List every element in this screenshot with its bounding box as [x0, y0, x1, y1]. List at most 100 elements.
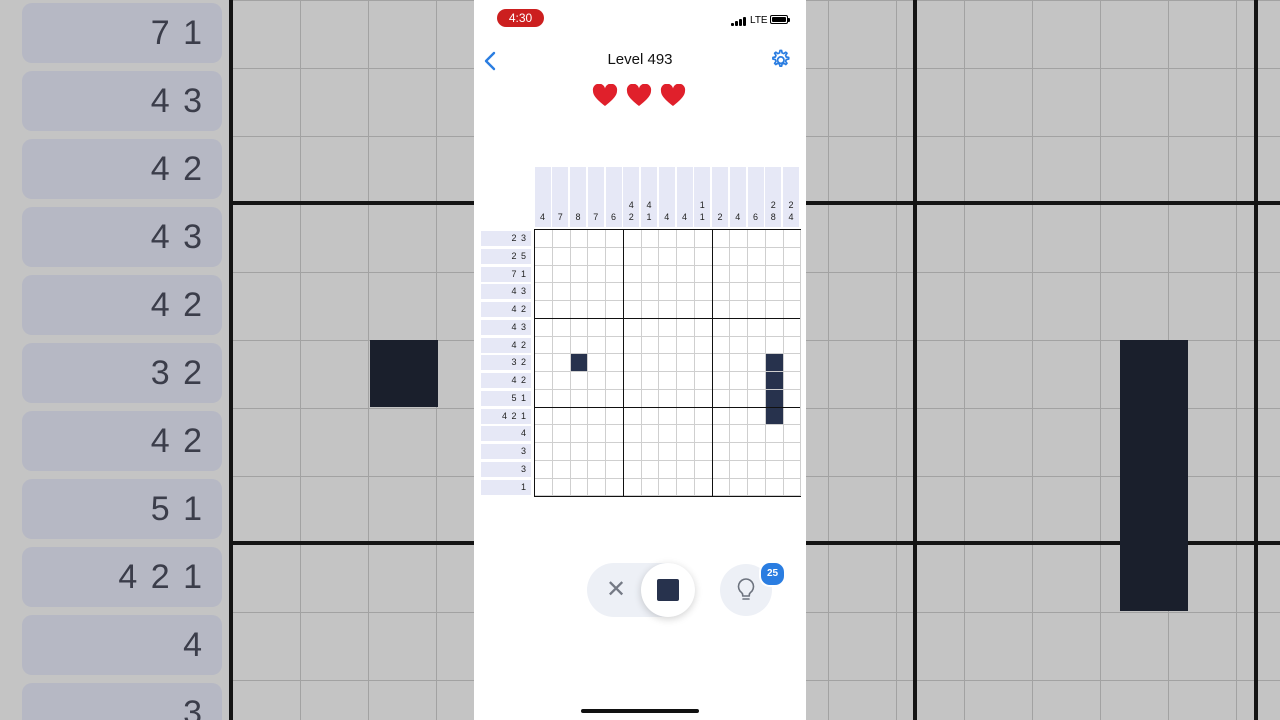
grid-cell[interactable]: [659, 318, 677, 337]
grid-cell[interactable]: [765, 460, 784, 479]
grid-cell[interactable]: [748, 230, 766, 248]
grid-cell[interactable]: [535, 443, 553, 461]
grid-cell[interactable]: [677, 425, 695, 443]
grid-cell[interactable]: [677, 460, 695, 479]
grid-cell[interactable]: [641, 318, 660, 337]
grid-cell[interactable]: [606, 318, 624, 337]
grid-cell[interactable]: [783, 425, 802, 443]
settings-button[interactable]: [768, 48, 792, 72]
grid-cell[interactable]: [748, 425, 766, 443]
grid-cell[interactable]: [641, 407, 660, 426]
grid-cell[interactable]: [730, 318, 748, 337]
grid-cell[interactable]: [712, 389, 731, 408]
grid-cell[interactable]: [641, 265, 660, 284]
grid-cell[interactable]: [783, 318, 802, 337]
grid-cell[interactable]: [677, 478, 695, 497]
grid-cell[interactable]: [748, 389, 766, 408]
grid-cell[interactable]: [588, 443, 606, 461]
grid-cell[interactable]: [677, 389, 695, 408]
grid-cell[interactable]: [748, 247, 766, 266]
grid-cell[interactable]: [606, 301, 624, 319]
grid-cell[interactable]: [730, 407, 748, 426]
grid-cell[interactable]: [570, 389, 589, 408]
grid-cell[interactable]: [535, 283, 553, 301]
grid-cell[interactable]: [765, 336, 784, 355]
grid-cell[interactable]: [677, 301, 695, 319]
grid-cell[interactable]: [588, 265, 606, 284]
grid-cell[interactable]: [694, 478, 713, 497]
grid-cell[interactable]: [641, 443, 660, 461]
grid-cell[interactable]: [641, 425, 660, 443]
grid-cell[interactable]: [535, 265, 553, 284]
grid-cell[interactable]: [712, 336, 731, 355]
grid-cell[interactable]: [552, 265, 571, 284]
grid-cell[interactable]: [748, 478, 766, 497]
grid-cell[interactable]: [677, 318, 695, 337]
grid-cell[interactable]: [748, 283, 766, 301]
grid-cell[interactable]: [623, 460, 642, 479]
cross-mode-button[interactable]: ✕: [603, 577, 629, 603]
grid-cell[interactable]: [623, 283, 642, 301]
grid-cell[interactable]: [623, 301, 642, 319]
grid-cell[interactable]: [588, 460, 606, 479]
grid-cell[interactable]: [570, 460, 589, 479]
grid-cell[interactable]: [659, 283, 677, 301]
grid-cell[interactable]: [535, 425, 553, 443]
grid-cell[interactable]: [535, 478, 553, 497]
grid-cell[interactable]: [588, 425, 606, 443]
grid-cell[interactable]: [659, 372, 677, 390]
grid-cell[interactable]: [535, 301, 553, 319]
grid-cell[interactable]: [783, 478, 802, 497]
grid-cell[interactable]: [623, 354, 642, 372]
grid-cell[interactable]: [783, 354, 802, 372]
grid-cell[interactable]: [623, 247, 642, 266]
grid-cell[interactable]: [552, 283, 571, 301]
grid-cell[interactable]: [748, 336, 766, 355]
grid-cell[interactable]: [765, 265, 784, 284]
grid-cell[interactable]: [588, 247, 606, 266]
grid-cell[interactable]: [535, 336, 553, 355]
grid-cell[interactable]: [659, 443, 677, 461]
grid-cell[interactable]: [712, 247, 731, 266]
grid-cell[interactable]: [677, 265, 695, 284]
grid-cell[interactable]: [606, 443, 624, 461]
grid-cell[interactable]: [552, 230, 571, 248]
grid-cell[interactable]: [570, 230, 589, 248]
grid-cell[interactable]: [694, 301, 713, 319]
grid-cell[interactable]: [748, 265, 766, 284]
grid-cell-filled[interactable]: [765, 354, 784, 372]
grid-cell[interactable]: [730, 478, 748, 497]
grid-cell[interactable]: [623, 372, 642, 390]
grid-cell[interactable]: [677, 336, 695, 355]
grid-cell[interactable]: [765, 247, 784, 266]
grid-cell[interactable]: [783, 389, 802, 408]
grid-cell[interactable]: [765, 425, 784, 443]
grid-cell[interactable]: [588, 389, 606, 408]
grid-cell[interactable]: [535, 354, 553, 372]
grid-cell[interactable]: [712, 318, 731, 337]
grid-cell[interactable]: [641, 389, 660, 408]
grid-cell[interactable]: [694, 247, 713, 266]
grid-cell[interactable]: [712, 407, 731, 426]
grid-cell[interactable]: [659, 425, 677, 443]
grid-cell[interactable]: [712, 301, 731, 319]
grid-cell[interactable]: [606, 389, 624, 408]
grid-cell[interactable]: [730, 283, 748, 301]
grid-cell[interactable]: [535, 407, 553, 426]
grid-cell[interactable]: [570, 425, 589, 443]
grid-cell[interactable]: [552, 425, 571, 443]
grid-cell[interactable]: [535, 460, 553, 479]
grid-cell[interactable]: [765, 283, 784, 301]
grid-cell[interactable]: [783, 283, 802, 301]
grid-cell[interactable]: [570, 478, 589, 497]
grid-cell[interactable]: [606, 230, 624, 248]
grid-cell[interactable]: [748, 407, 766, 426]
grid-cell[interactable]: [783, 247, 802, 266]
grid-cell-filled[interactable]: [765, 389, 784, 408]
grid-cell[interactable]: [730, 301, 748, 319]
grid-cell[interactable]: [606, 372, 624, 390]
grid-cell[interactable]: [606, 460, 624, 479]
grid-cell[interactable]: [748, 318, 766, 337]
grid-cell[interactable]: [730, 389, 748, 408]
grid-cell[interactable]: [552, 389, 571, 408]
